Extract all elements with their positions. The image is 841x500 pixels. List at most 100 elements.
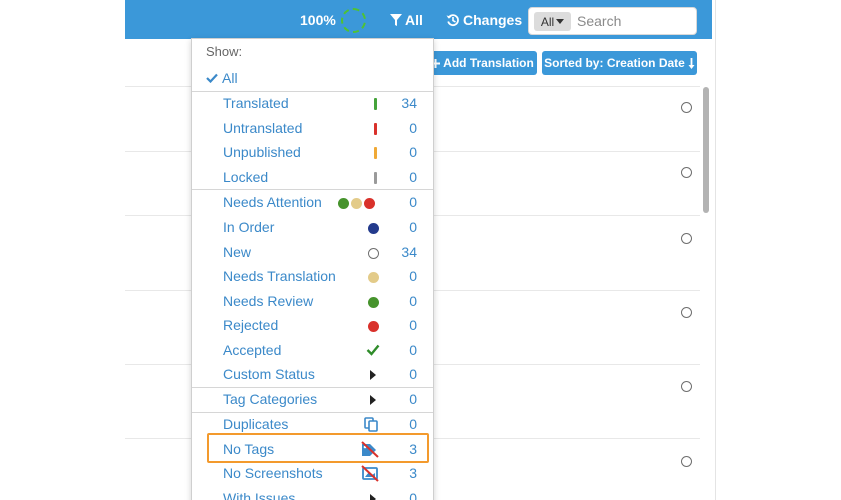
filter-option-count: 0: [409, 317, 417, 333]
no-tags-icon: [344, 438, 399, 462]
row-status-icon[interactable]: [681, 102, 692, 113]
filter-option-no-screenshots[interactable]: No Screenshots 3: [192, 462, 433, 486]
row-status-icon[interactable]: [681, 381, 692, 392]
filter-option-locked[interactable]: Locked 0: [192, 166, 433, 190]
filter-option-label: No Tags: [223, 441, 275, 457]
duplicate-icon: [344, 413, 399, 437]
filter-option-count: 0: [409, 293, 417, 309]
filter-option-duplicates[interactable]: Duplicates 0: [192, 413, 433, 437]
hollow-circle-icon: [344, 241, 399, 265]
filter-dropdown-menu: Show: All Translated 34 Untranslated 0 U…: [191, 38, 434, 500]
progress-percent: 100%: [300, 12, 336, 28]
filter-option-needs-review[interactable]: Needs Review 0: [192, 290, 433, 314]
filter-funnel-icon: [390, 13, 402, 26]
filter-option-count: 0: [409, 219, 417, 235]
filter-option-count: 34: [401, 244, 417, 260]
filter-option-in-order[interactable]: In Order 0: [192, 216, 433, 240]
filter-option-untranslated[interactable]: Untranslated 0: [192, 117, 433, 141]
filter-label: All: [405, 12, 423, 28]
filter-option-label: Duplicates: [223, 416, 289, 432]
search-scope-dropdown[interactable]: All: [534, 12, 571, 31]
check-icon: [344, 339, 399, 363]
search-scope-label: All: [540, 14, 555, 29]
filter-option-count: 34: [401, 95, 417, 111]
row-status-icon[interactable]: [681, 167, 692, 178]
green-dot-icon: [344, 290, 399, 314]
sort-button[interactable]: Sorted by: Creation Date: [542, 51, 697, 75]
three-dots-icon: [338, 191, 399, 215]
filter-option-custom-status[interactable]: Custom Status 0: [192, 363, 433, 387]
filter-option-label: In Order: [223, 219, 275, 235]
filter-option-count: 0: [409, 342, 417, 358]
filter-option-label: Needs Review: [223, 293, 314, 309]
filter-option-unpublished[interactable]: Unpublished 0: [192, 141, 433, 165]
changes-label: Changes: [463, 12, 523, 28]
filter-option-count: 0: [409, 120, 417, 136]
filter-option-count: 0: [409, 391, 417, 407]
filter-option-label: Needs Attention: [223, 194, 322, 210]
filter-option-count: 3: [409, 465, 417, 481]
sort-down-icon: [688, 57, 695, 69]
filter-option-rejected[interactable]: Rejected 0: [192, 314, 433, 338]
red-dot-icon: [344, 314, 399, 338]
changes-button[interactable]: Changes: [446, 12, 522, 28]
filter-option-count: 3: [409, 441, 417, 457]
filter-option-count: 0: [409, 268, 417, 284]
filter-option-accepted[interactable]: Accepted 0: [192, 339, 433, 363]
filter-option-label: Custom Status: [223, 366, 315, 382]
add-translation-button[interactable]: Add Translation: [428, 51, 537, 75]
search-box: All: [528, 7, 697, 35]
history-icon: [446, 14, 459, 26]
filter-option-new[interactable]: New 34: [192, 241, 433, 265]
filter-option-count: 0: [409, 490, 417, 500]
filter-button[interactable]: All: [390, 12, 423, 28]
caret-right-icon: [344, 487, 399, 500]
search-input[interactable]: [577, 11, 692, 31]
filter-option-count: 0: [409, 194, 417, 210]
filter-option-label: Needs Translation: [223, 268, 336, 284]
filter-option-label: Tag Categories: [223, 391, 318, 407]
row-status-icon[interactable]: [681, 233, 692, 244]
red-bar-icon: [344, 117, 399, 141]
filter-option-translated[interactable]: Translated 34: [192, 92, 433, 116]
content-divider: [715, 0, 716, 500]
dropdown-header: Show:: [206, 44, 243, 59]
menu-divider: [192, 189, 433, 190]
tan-dot-icon: [344, 265, 399, 289]
filter-option-count: 0: [409, 144, 417, 160]
no-screenshot-icon: [344, 462, 399, 486]
caret-right-icon: [344, 363, 399, 387]
row-status-icon[interactable]: [681, 456, 692, 467]
filter-option-count: 0: [409, 416, 417, 432]
filter-option-count: 0: [409, 366, 417, 382]
caret-down-icon: [556, 19, 565, 24]
orange-bar-icon: [344, 141, 399, 165]
navy-dot-icon: [344, 216, 399, 240]
filter-option-needs-attention[interactable]: Needs Attention 0: [192, 191, 433, 215]
filter-option-all[interactable]: All: [206, 70, 238, 86]
add-translation-label: Add Translation: [443, 56, 534, 70]
row-status-icon[interactable]: [681, 307, 692, 318]
filter-option-no-tags[interactable]: No Tags 3: [192, 438, 433, 462]
filter-option-needs-translation[interactable]: Needs Translation 0: [192, 265, 433, 289]
filter-option-label: No Screenshots: [223, 465, 323, 481]
check-icon: [206, 73, 218, 83]
filter-option-label: Accepted: [223, 342, 282, 358]
scrollbar[interactable]: [703, 87, 709, 213]
green-bar-icon: [344, 92, 399, 116]
filter-option-label: New: [223, 244, 252, 260]
sort-label: Sorted by: Creation Date: [544, 56, 685, 70]
filter-option-tag-categories[interactable]: Tag Categories 0: [192, 388, 433, 412]
gray-bar-icon: [344, 166, 399, 190]
filter-option-label: Unpublished: [223, 144, 301, 160]
caret-right-icon: [344, 388, 399, 412]
filter-option-label: With Issues: [223, 490, 296, 500]
filter-option-label: Locked: [223, 169, 269, 185]
filter-option-with-issues[interactable]: With Issues 0: [192, 487, 433, 500]
filter-option-count: 0: [409, 169, 417, 185]
filter-option-label: Untranslated: [223, 120, 303, 136]
filter-option-label: Rejected: [223, 317, 279, 333]
filter-option-all-label: All: [222, 70, 238, 86]
filter-option-label: Translated: [223, 95, 289, 111]
progress-ring-icon: [341, 8, 366, 33]
